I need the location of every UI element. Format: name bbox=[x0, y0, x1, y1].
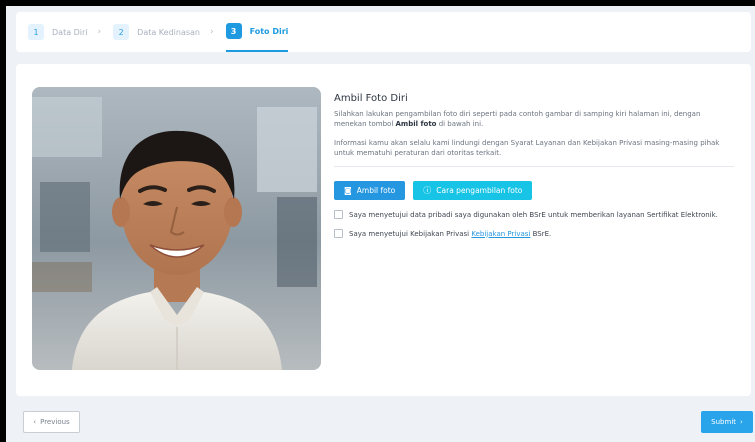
page-viewport: 1 Data Diri › 2 Data Kedinasan › 3 Foto … bbox=[6, 6, 755, 442]
step-label: Foto Diri bbox=[249, 26, 289, 36]
step-data-kedinasan[interactable]: 2 Data Kedinasan › bbox=[113, 12, 225, 52]
step-number: 3 bbox=[225, 23, 242, 39]
stepper: 1 Data Diri › 2 Data Kedinasan › 3 Foto … bbox=[16, 12, 751, 52]
instruction-bold: Ambil foto bbox=[395, 120, 437, 128]
previous-label: Previous bbox=[40, 418, 70, 426]
step-number: 1 bbox=[28, 24, 44, 40]
section-title: Ambil Foto Diri bbox=[334, 93, 408, 104]
chevron-right-icon: › bbox=[740, 418, 743, 426]
previous-button[interactable]: ‹ Previous bbox=[23, 411, 80, 433]
step-number: 2 bbox=[113, 24, 130, 40]
divider bbox=[334, 166, 734, 167]
chevron-right-icon: › bbox=[97, 27, 102, 37]
privacy-info-text: Informasi kamu akan selalu kami lindungi… bbox=[334, 139, 720, 157]
action-buttons: ◙ Ambil foto ⓘ Cara pengambilan foto bbox=[334, 181, 734, 200]
step-foto-diri[interactable]: 3 Foto Diri bbox=[225, 12, 289, 52]
photo-card: Ambil Foto Diri Silahkan lakukan pengamb… bbox=[16, 64, 751, 396]
consent-privacy-label: Saya menyetujui Kebijakan Privasi Kebija… bbox=[349, 230, 551, 238]
how-to-label: Cara pengambilan foto bbox=[436, 186, 523, 195]
instruction-text-start: Silahkan lakukan pengambilan foto diri s… bbox=[334, 110, 701, 128]
step-label: Data Kedinasan bbox=[137, 27, 200, 37]
consent-privacy-text-end: BSrE. bbox=[530, 229, 552, 238]
consent-data-label: Saya menyetujui data pribadi saya diguna… bbox=[349, 210, 718, 219]
info-circle-icon: ⓘ bbox=[423, 186, 432, 195]
photo-instructions: Ambil Foto Diri Silahkan lakukan pengamb… bbox=[334, 93, 734, 238]
privacy-policy-link[interactable]: Kebijakan Privasi bbox=[471, 230, 530, 238]
consent-privacy-text-start: Saya menyetujui Kebijakan Privasi bbox=[349, 229, 472, 238]
chevron-right-icon: › bbox=[209, 27, 214, 37]
submit-button[interactable]: Submit › bbox=[701, 411, 753, 433]
consent-data-checkbox[interactable] bbox=[334, 210, 343, 219]
example-selfie-photo bbox=[32, 87, 321, 370]
chevron-left-icon: ‹ bbox=[33, 418, 37, 426]
how-to-take-photo-button[interactable]: ⓘ Cara pengambilan foto bbox=[413, 181, 533, 200]
step-data-diri[interactable]: 1 Data Diri › bbox=[28, 12, 113, 52]
instruction-text-end: di bawah ini. bbox=[436, 120, 484, 128]
instruction-text: Silahkan lakukan pengambilan foto diri s… bbox=[334, 109, 734, 129]
take-photo-button[interactable]: ◙ Ambil foto bbox=[334, 181, 406, 200]
take-photo-label: Ambil foto bbox=[356, 186, 396, 195]
submit-label: Submit bbox=[711, 418, 737, 426]
camera-icon: ◙ bbox=[344, 186, 352, 195]
consent-data-row: Saya menyetujui data pribadi saya diguna… bbox=[334, 210, 734, 219]
step-label: Data Diri bbox=[52, 27, 88, 37]
consent-privacy-row: Saya menyetujui Kebijakan Privasi Kebija… bbox=[334, 229, 734, 238]
consent-privacy-checkbox[interactable] bbox=[334, 229, 343, 238]
